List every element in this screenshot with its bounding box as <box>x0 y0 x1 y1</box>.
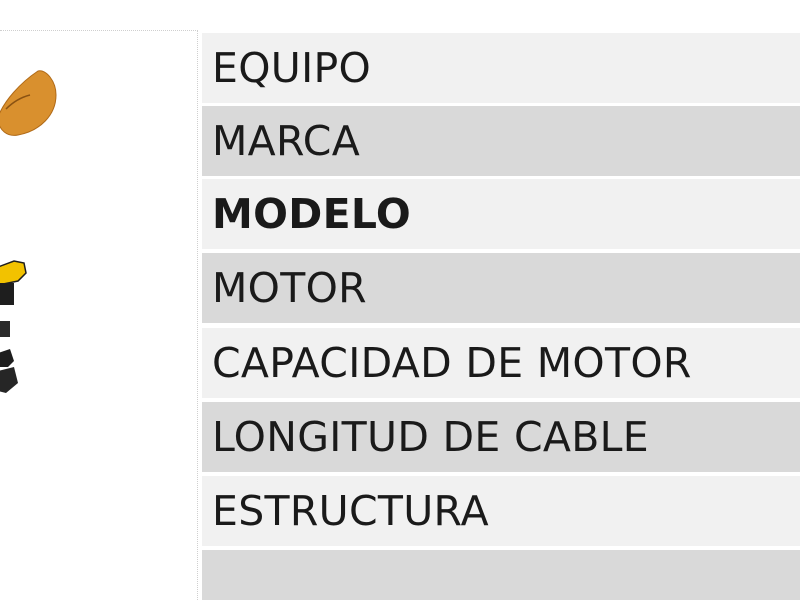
spec-row-capacidad-de-motor: CAPACIDAD DE MOTOR <box>202 328 800 398</box>
product-image-panel <box>0 30 198 600</box>
spec-row-longitud-de-cable: LONGITUD DE CABLE <box>202 402 800 472</box>
spec-row-modelo: MODELO <box>202 179 800 249</box>
spec-table: EQUIPO MARCA MODELO MOTOR CAPACIDAD DE M… <box>202 33 800 600</box>
spec-row-equipo: EQUIPO <box>202 33 800 103</box>
spec-row-motor: MOTOR <box>202 253 800 323</box>
spec-row-marca: MARCA <box>202 106 800 176</box>
spec-row-empty <box>202 550 800 600</box>
equipment-photo-icon <box>0 70 57 393</box>
spec-row-estructura: ESTRUCTURA <box>202 476 800 546</box>
product-spec-page: EQUIPO MARCA MODELO MOTOR CAPACIDAD DE M… <box>0 0 800 600</box>
